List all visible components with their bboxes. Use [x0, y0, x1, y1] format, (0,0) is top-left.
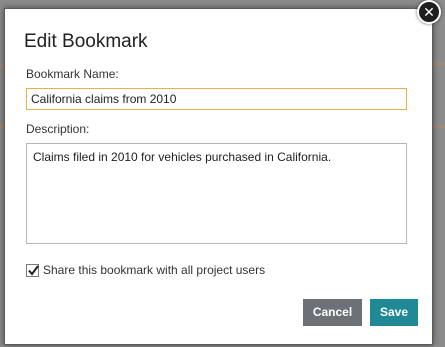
description-label: Description: [26, 122, 90, 136]
edit-bookmark-dialog: Edit Bookmark Bookmark Name: Description… [4, 8, 433, 345]
close-button[interactable]: ✕ [417, 0, 441, 24]
share-checkbox[interactable] [26, 263, 39, 277]
cancel-button[interactable]: Cancel [303, 299, 362, 326]
description-textarea[interactable]: Claims filed in 2010 for vehicles purcha… [26, 143, 407, 244]
bookmark-name-label: Bookmark Name: [26, 67, 119, 81]
checkmark-icon [28, 264, 39, 276]
bookmark-name-input[interactable] [26, 88, 407, 110]
close-icon: ✕ [423, 5, 435, 21]
share-option: Share this bookmark with all project use… [26, 262, 265, 278]
share-checkbox-label: Share this bookmark with all project use… [43, 263, 266, 277]
save-button[interactable]: Save [370, 299, 418, 326]
dialog-title: Edit Bookmark [24, 31, 148, 52]
